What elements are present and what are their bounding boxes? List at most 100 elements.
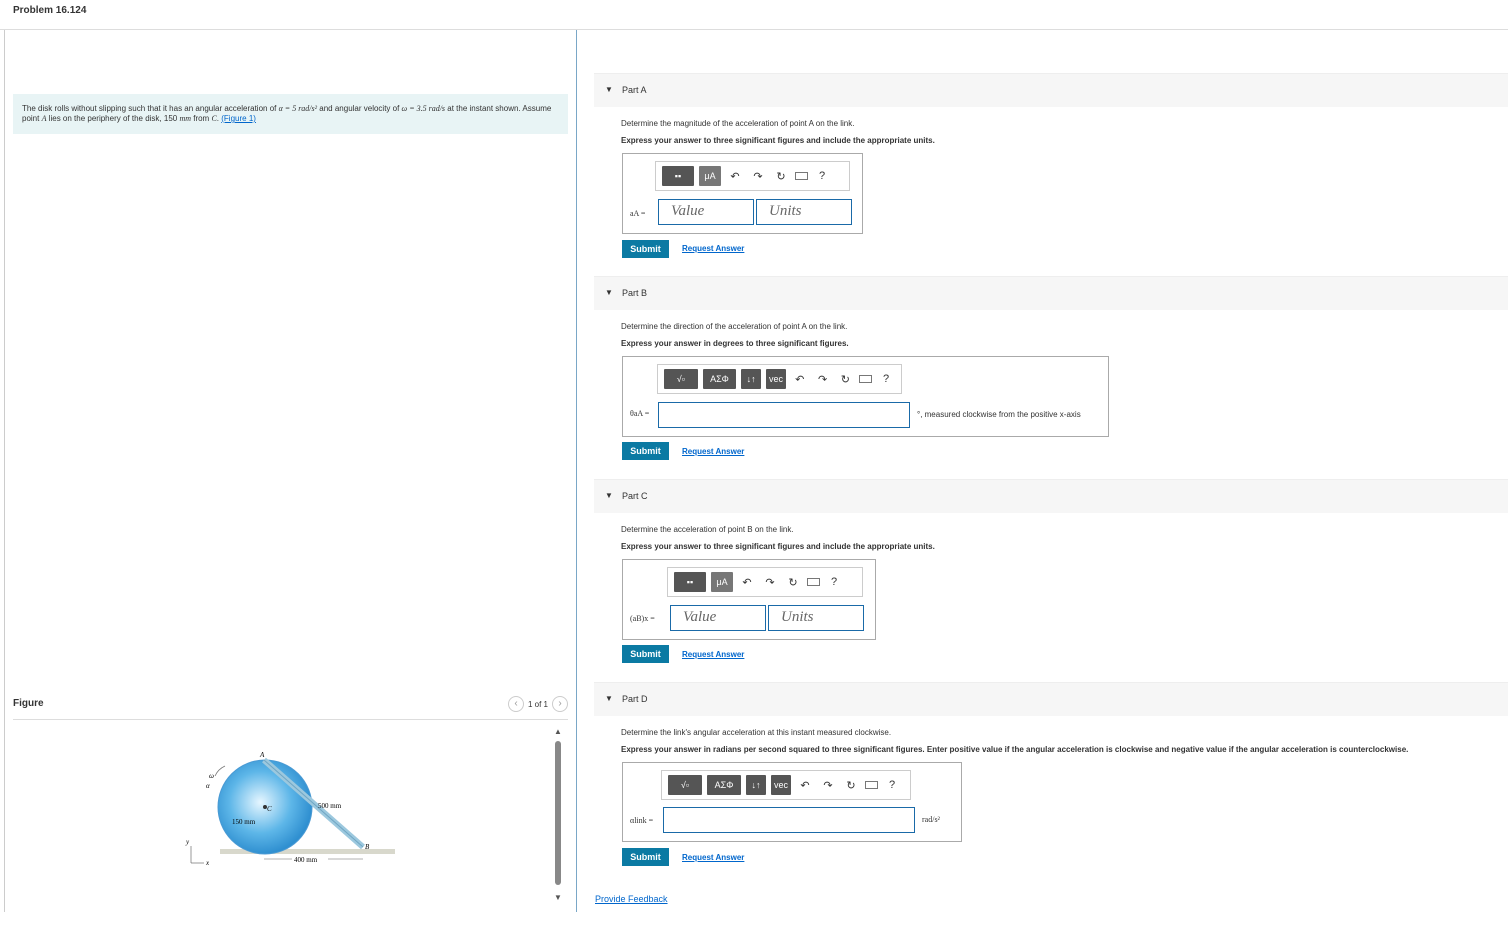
- answer-input[interactable]: [658, 402, 910, 428]
- part-a-question: Determine the magnitude of the accelerat…: [621, 119, 855, 128]
- keyboard-icon[interactable]: [795, 172, 808, 180]
- page-title: Problem 16.124: [0, 0, 1508, 30]
- units-button[interactable]: μA: [699, 166, 721, 186]
- part-b-label: θaA =: [630, 409, 650, 418]
- collapse-icon[interactable]: ▼: [605, 85, 613, 94]
- part-b-question: Determine the direction of the accelerat…: [621, 322, 848, 331]
- undo-icon[interactable]: ↶: [738, 576, 756, 589]
- math-toolbar: ▪▪ μA ↶ ↷ ↻ ?: [655, 161, 850, 191]
- template-button[interactable]: √▫: [664, 369, 698, 389]
- greek-button[interactable]: ΑΣΦ: [702, 369, 737, 389]
- units-input[interactable]: Units: [768, 605, 864, 631]
- arrows-button[interactable]: ↓↑: [746, 775, 766, 795]
- omega-label: ω: [209, 772, 214, 780]
- math-toolbar: ▪▪ μA ↶ ↷ ↻ ?: [667, 567, 863, 597]
- part-c-answer-box: ▪▪ μA ↶ ↷ ↻ ? (aB)x = Value Units: [622, 559, 876, 640]
- dim-150-label: 150 mm: [232, 818, 256, 826]
- figure-header: Figure ‹ 1 of 1 ›: [13, 696, 568, 720]
- submit-button[interactable]: Submit: [622, 848, 669, 866]
- keyboard-icon[interactable]: [859, 375, 873, 383]
- part-c-header[interactable]: ▼ Part C: [594, 479, 1508, 513]
- redo-icon[interactable]: ↷: [761, 576, 779, 589]
- redo-icon[interactable]: ↷: [814, 373, 832, 386]
- part-c-label: (aB)x =: [630, 614, 655, 623]
- parts-panel: ▼ Part A Determine the magnitude of the …: [577, 30, 1508, 912]
- redo-icon[interactable]: ↷: [819, 779, 837, 792]
- y-axis-label: y: [185, 838, 190, 846]
- scroll-up-icon[interactable]: ▲: [554, 727, 562, 736]
- scroll-down-icon[interactable]: ▼: [554, 893, 562, 902]
- request-answer-link[interactable]: Request Answer: [682, 244, 744, 253]
- scroll-thumb[interactable]: [555, 741, 561, 885]
- figure-image: ω α A C B 150 mm 500 mm 400 mm y x: [185, 751, 395, 867]
- vec-button[interactable]: vec: [766, 369, 786, 389]
- alpha-label: α: [206, 782, 210, 790]
- undo-icon[interactable]: ↶: [726, 170, 744, 183]
- submit-button[interactable]: Submit: [622, 240, 669, 258]
- figure-link[interactable]: (Figure 1): [221, 114, 256, 123]
- dim-400-label: 400 mm: [294, 856, 318, 864]
- part-a-label: aA =: [630, 209, 646, 218]
- part-b-answer-box: √▫ ΑΣΦ ↓↑ vec ↶ ↷ ↻ ? θaA = °, measured …: [622, 356, 1109, 437]
- value-input[interactable]: Value: [658, 199, 754, 225]
- undo-icon[interactable]: ↶: [796, 779, 814, 792]
- provide-feedback-link[interactable]: Provide Feedback: [595, 894, 668, 904]
- x-axis-label: x: [205, 859, 210, 867]
- part-c-question: Determine the acceleration of point B on…: [621, 525, 794, 534]
- figure-scrollbar[interactable]: ▲ ▼: [552, 727, 564, 939]
- part-d-label: αlink =: [630, 816, 654, 825]
- part-a-instruction: Express your answer to three significant…: [621, 136, 935, 145]
- units-input[interactable]: Units: [756, 199, 852, 225]
- keyboard-icon[interactable]: [865, 781, 878, 789]
- reset-icon[interactable]: ↻: [784, 576, 802, 589]
- help-icon[interactable]: ?: [883, 779, 901, 791]
- help-icon[interactable]: ?: [825, 576, 843, 588]
- math-toolbar: √▫ ΑΣΦ ↓↑ vec ↶ ↷ ↻ ?: [661, 770, 911, 800]
- next-figure-button[interactable]: ›: [552, 696, 568, 712]
- reset-icon[interactable]: ↻: [837, 373, 855, 386]
- problem-panel: The disk rolls without slipping such tha…: [0, 30, 577, 912]
- template-button[interactable]: ▪▪: [662, 166, 694, 186]
- template-button[interactable]: ▪▪: [674, 572, 706, 592]
- part-d-answer-box: √▫ ΑΣΦ ↓↑ vec ↶ ↷ ↻ ? αlink = rad/s²: [622, 762, 962, 842]
- point-a-label: A: [259, 751, 265, 759]
- submit-button[interactable]: Submit: [622, 645, 669, 663]
- part-a-header[interactable]: ▼ Part A: [594, 73, 1508, 107]
- undo-icon[interactable]: ↶: [791, 373, 809, 386]
- part-d-suffix: rad/s²: [922, 815, 940, 824]
- figure-page-count: 1 of 1: [527, 699, 548, 709]
- units-button[interactable]: μA: [711, 572, 733, 592]
- part-b-suffix: °, measured clockwise from the positive …: [917, 410, 1081, 419]
- part-d-question: Determine the link's angular acceleratio…: [621, 728, 892, 737]
- part-d-instruction: Express your answer in radians per secon…: [621, 745, 1409, 754]
- part-b-header[interactable]: ▼ Part B: [594, 276, 1508, 310]
- collapse-icon[interactable]: ▼: [605, 491, 613, 500]
- template-button[interactable]: √▫: [668, 775, 702, 795]
- request-answer-link[interactable]: Request Answer: [682, 447, 744, 456]
- reset-icon[interactable]: ↻: [842, 779, 860, 792]
- divider: [4, 30, 5, 912]
- request-answer-link[interactable]: Request Answer: [682, 853, 744, 862]
- prev-figure-button[interactable]: ‹: [507, 696, 524, 712]
- request-answer-link[interactable]: Request Answer: [682, 650, 744, 659]
- collapse-icon[interactable]: ▼: [605, 694, 613, 703]
- help-icon[interactable]: ?: [877, 373, 895, 385]
- value-input[interactable]: Value: [670, 605, 766, 631]
- part-d-header[interactable]: ▼ Part D: [594, 682, 1508, 716]
- vec-button[interactable]: vec: [771, 775, 791, 795]
- figure-title: Figure: [13, 698, 44, 709]
- keyboard-icon[interactable]: [807, 578, 820, 586]
- submit-button[interactable]: Submit: [622, 442, 669, 460]
- figure-pager: ‹ 1 of 1 ›: [507, 696, 568, 712]
- part-b-instruction: Express your answer in degrees to three …: [621, 339, 849, 348]
- problem-statement: The disk rolls without slipping such tha…: [13, 94, 568, 134]
- redo-icon[interactable]: ↷: [749, 170, 767, 183]
- reset-icon[interactable]: ↻: [772, 170, 790, 183]
- point-c-label: C: [267, 805, 272, 813]
- arrows-button[interactable]: ↓↑: [741, 369, 762, 389]
- greek-button[interactable]: ΑΣΦ: [707, 775, 741, 795]
- collapse-icon[interactable]: ▼: [605, 288, 613, 297]
- dim-500-label: 500 mm: [318, 802, 342, 810]
- help-icon[interactable]: ?: [813, 170, 831, 182]
- answer-input[interactable]: [663, 807, 915, 833]
